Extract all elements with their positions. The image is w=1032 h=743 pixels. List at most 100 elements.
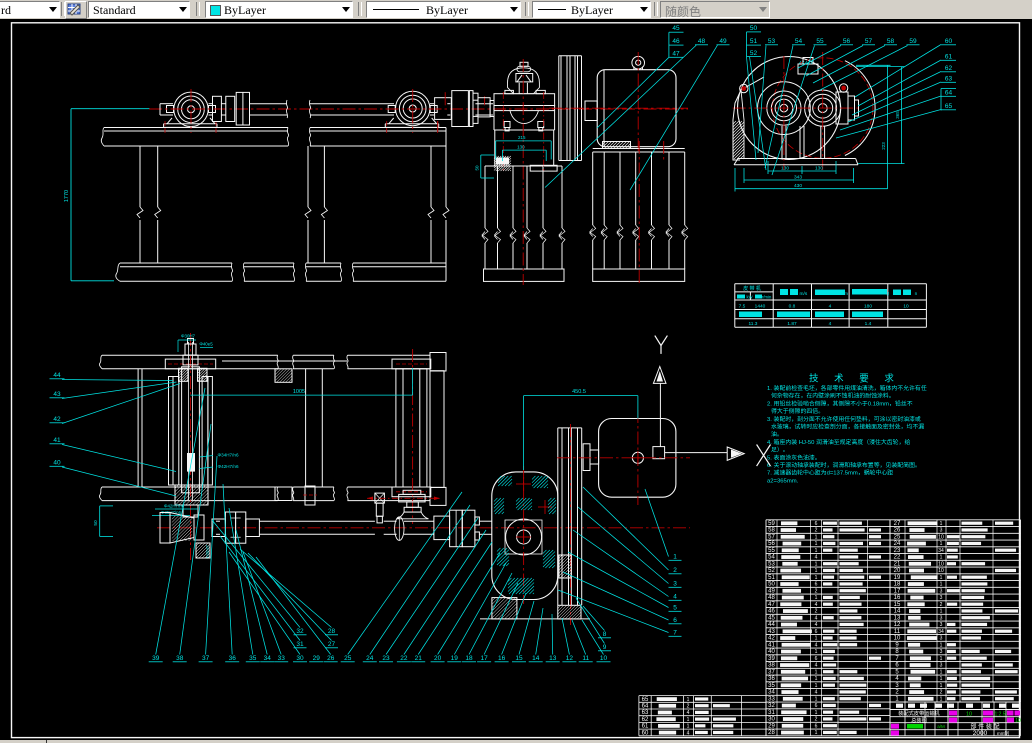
svg-text:15: 15	[894, 602, 901, 608]
svg-text:2000: 2000	[973, 730, 988, 737]
svg-text:6: 6	[815, 723, 818, 729]
svg-text:17: 17	[480, 655, 488, 662]
svg-text:油。: 油。	[771, 430, 783, 438]
svg-text:1: 1	[940, 582, 943, 588]
svg-text:3: 3	[940, 622, 943, 628]
svg-text:4: 4	[895, 676, 899, 682]
svg-text:23: 23	[894, 548, 901, 554]
svg-text:6. 关于滚动轴承装配时，润滑和轴承布置等，见装配简图。: 6. 关于滚动轴承装配时，润滑和轴承布置等，见装配简图。	[767, 461, 921, 469]
svg-text:32: 32	[296, 628, 304, 635]
svg-text:22: 22	[894, 555, 901, 561]
svg-text:52: 52	[768, 568, 775, 574]
svg-text:21: 21	[415, 655, 423, 662]
svg-text:kW: kW	[747, 295, 753, 300]
svg-text:450.5: 450.5	[572, 389, 586, 395]
svg-text:36: 36	[768, 676, 775, 682]
svg-text:16: 16	[894, 595, 901, 601]
svg-text:3. 装配时，剖分面不允许使用任何垫料，可涂以密封油漆或: 3. 装配时，剖分面不允许使用任何垫料，可涂以密封油漆或	[767, 415, 921, 423]
svg-text:34: 34	[768, 690, 775, 696]
svg-text:46: 46	[768, 609, 775, 615]
svg-text:Φ42H7/n6: Φ42H7/n6	[217, 464, 238, 469]
svg-text:44: 44	[53, 372, 61, 379]
svg-text:33: 33	[768, 696, 775, 702]
svg-text:何杂物存在，在内壁涂刷不蚀机油的耐蚀涂料。: 何杂物存在，在内壁涂刷不蚀机油的耐蚀涂料。	[771, 392, 895, 400]
svg-text:53: 53	[768, 561, 775, 567]
svg-text:130: 130	[781, 166, 789, 172]
svg-text:34: 34	[264, 655, 272, 662]
svg-text:2: 2	[673, 567, 677, 574]
svg-text:43: 43	[53, 391, 61, 398]
svg-text:65: 65	[642, 697, 649, 703]
svg-text:3: 3	[940, 636, 943, 642]
svg-text:2: 2	[815, 528, 818, 534]
svg-text:42: 42	[53, 416, 61, 423]
svg-text:41: 41	[53, 437, 61, 444]
svg-text:35: 35	[249, 655, 257, 662]
svg-text:64: 64	[945, 90, 953, 97]
svg-text:57: 57	[768, 534, 775, 540]
svg-text:35: 35	[768, 683, 775, 689]
svg-text:总装图: 总装图	[911, 716, 927, 724]
svg-text:20: 20	[434, 655, 442, 662]
svg-text:1770: 1770	[64, 190, 70, 202]
svg-text:54: 54	[768, 555, 775, 561]
svg-text:装配式皮带运输机: 装配式皮带运输机	[898, 709, 940, 717]
svg-text:14: 14	[894, 609, 901, 615]
svg-text:a/M: a/M	[937, 724, 945, 729]
svg-text:18: 18	[465, 655, 473, 662]
svg-text:1: 1	[940, 575, 943, 581]
svg-text:16: 16	[498, 655, 506, 662]
svg-text:1: 1	[940, 541, 943, 547]
svg-text:28: 28	[328, 628, 336, 635]
svg-text:6: 6	[673, 617, 677, 624]
svg-text:kg: kg	[884, 291, 889, 297]
svg-text:48: 48	[768, 595, 775, 601]
svg-text:6: 6	[815, 703, 818, 709]
svg-text:1: 1	[815, 636, 818, 642]
svg-text:33: 33	[278, 655, 286, 662]
svg-text:1:2.5: 1:2.5	[994, 712, 1005, 718]
svg-text:10: 10	[903, 303, 909, 309]
svg-text:34: 34	[938, 629, 944, 635]
svg-text:53: 53	[768, 38, 776, 45]
svg-text:10: 10	[894, 636, 901, 642]
svg-text:1. 装配前检查毛坯，各部零件用煤油清洗，箱体内不允许有任: 1. 装配前检查毛坯，各部零件用煤油清洗，箱体内不允许有任	[767, 384, 927, 392]
svg-text:1: 1	[815, 568, 818, 574]
svg-text:59: 59	[909, 38, 917, 45]
svg-text:26: 26	[327, 655, 335, 662]
svg-text:57: 57	[865, 38, 873, 45]
svg-text:10: 10	[938, 561, 944, 567]
svg-text:1: 1	[815, 683, 818, 689]
svg-text:47: 47	[768, 602, 775, 608]
svg-text:430: 430	[794, 183, 802, 189]
svg-text:55: 55	[816, 38, 824, 45]
svg-text:n: n	[915, 292, 918, 297]
svg-text:6: 6	[815, 521, 818, 527]
svg-text:223: 223	[881, 142, 886, 150]
svg-text:1: 1	[940, 676, 943, 682]
svg-text:19: 19	[894, 575, 901, 581]
svg-text:24: 24	[366, 655, 374, 662]
svg-text:6: 6	[815, 629, 818, 635]
svg-text:32: 32	[768, 703, 775, 709]
svg-text:50: 50	[768, 582, 775, 588]
svg-text:1: 1	[940, 683, 943, 689]
svg-text:40: 40	[768, 649, 775, 655]
svg-text:52: 52	[750, 50, 758, 57]
svg-text:1: 1	[815, 649, 818, 655]
svg-text:56: 56	[768, 541, 775, 547]
svg-text:46: 46	[672, 38, 680, 45]
svg-text:1: 1	[940, 669, 943, 675]
svg-text:51: 51	[768, 575, 775, 581]
svg-text:1: 1	[815, 541, 818, 547]
svg-text:1: 1	[940, 656, 943, 662]
svg-text:34: 34	[938, 548, 944, 554]
svg-text:39: 39	[152, 655, 160, 662]
svg-text:1: 1	[815, 575, 818, 581]
svg-text:1: 1	[940, 696, 943, 702]
svg-text:2: 2	[940, 690, 943, 696]
svg-text:9: 9	[603, 644, 607, 651]
svg-text:130: 130	[815, 166, 823, 172]
svg-text:31: 31	[768, 710, 775, 716]
svg-text:1: 1	[673, 554, 677, 561]
